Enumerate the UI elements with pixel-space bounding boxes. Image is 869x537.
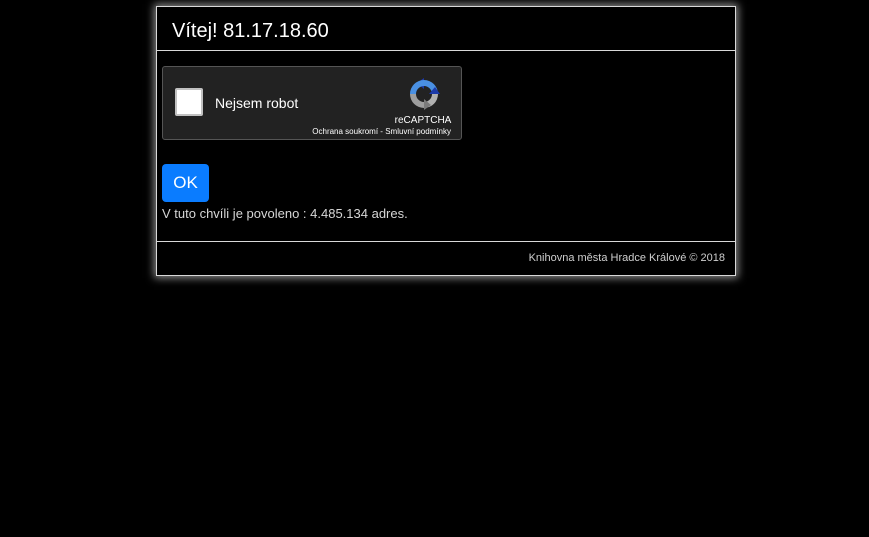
recaptcha-checkbox[interactable]: [175, 88, 203, 116]
footer-copyright: Knihovna města Hradce Králové © 2018: [528, 252, 725, 264]
privacy-link[interactable]: Ochrana soukromí: [312, 127, 378, 136]
terms-link[interactable]: Smluvní podmínky: [385, 127, 451, 136]
page-title: Vítej! 81.17.18.60: [172, 20, 329, 42]
status-text: V tuto chvíli je povoleno : 4.485.134 ad…: [162, 206, 408, 221]
recaptcha-widget: Nejsem robot reCAPTCHA Ochrana soukromí …: [162, 66, 462, 140]
panel-footer: Knihovna města Hradce Králové © 2018: [157, 242, 735, 274]
recaptcha-brand: reCAPTCHA: [394, 115, 452, 126]
recaptcha-logo-icon: [410, 78, 440, 110]
recaptcha-links: Ochrana soukromí - Smluvní podmínky: [312, 127, 451, 136]
ok-button[interactable]: OK: [162, 164, 209, 202]
recaptcha-label: Nejsem robot: [215, 95, 299, 111]
panel-header: Vítej! 81.17.18.60: [157, 7, 735, 51]
main-panel: Vítej! 81.17.18.60 Nejsem robot reCAPTCH…: [156, 6, 736, 276]
panel-body: Nejsem robot reCAPTCHA Ochrana soukromí …: [157, 51, 735, 242]
